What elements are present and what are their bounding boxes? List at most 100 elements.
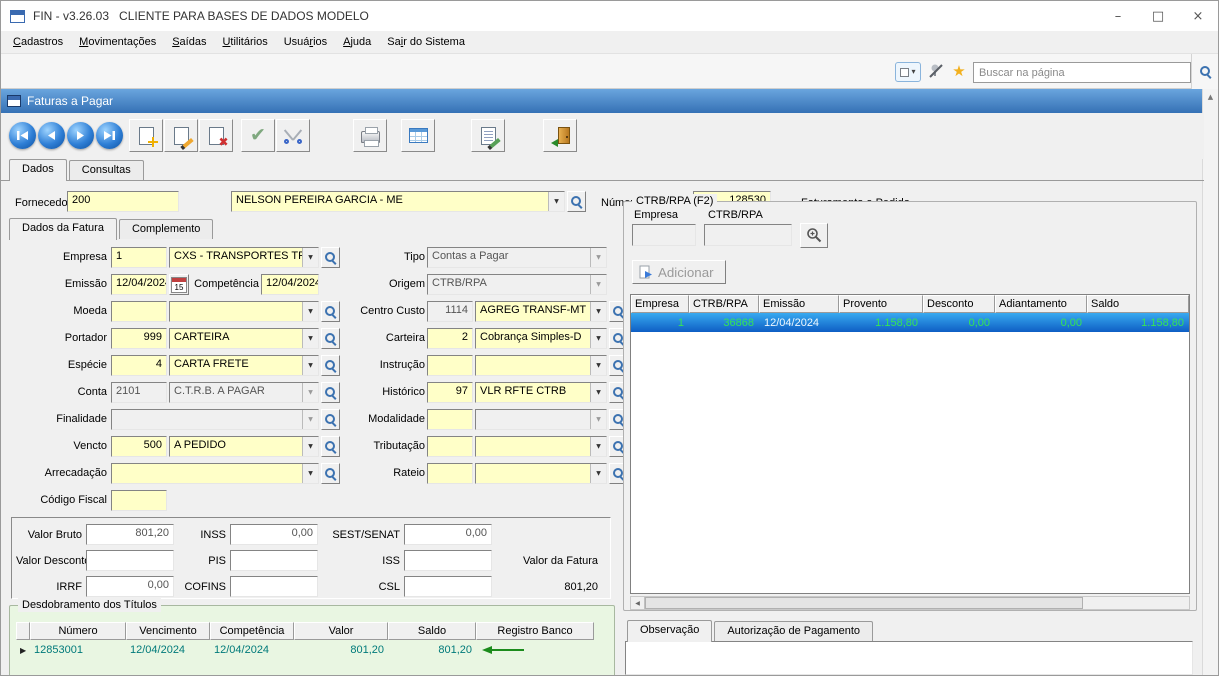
cell-vencimento[interactable]: 12/04/2024 — [126, 640, 210, 660]
adicionar-button[interactable]: Adicionar — [632, 260, 726, 284]
conta-code-field[interactable]: 2101 — [111, 382, 167, 403]
ctrb-search-button[interactable] — [800, 223, 828, 248]
menu-utilitarios[interactable]: Utilitários — [214, 33, 275, 51]
menu-sair-do-sistema[interactable]: Sair do Sistema — [379, 33, 473, 51]
fornecedor-code-field[interactable]: 200 — [67, 191, 179, 212]
finalidade-combo[interactable] — [111, 409, 319, 430]
maximize-button[interactable]: □ — [1138, 1, 1178, 31]
pis-field[interactable] — [230, 550, 318, 571]
cell-registro-banco[interactable] — [476, 640, 594, 660]
scroll-up-icon[interactable]: ▲ — [1203, 89, 1218, 105]
iss-field[interactable] — [404, 550, 492, 571]
vencto-combo[interactable]: A PEDIDO — [169, 436, 319, 457]
dropdown-arrow-icon[interactable] — [302, 464, 318, 483]
tributacao-code-field[interactable] — [427, 436, 473, 457]
horizontal-scrollbar[interactable]: ◀ — [630, 596, 1190, 610]
csl-field[interactable] — [404, 576, 492, 597]
dropdown-arrow-icon[interactable] — [590, 356, 606, 375]
centro-custo-combo[interactable]: AGREG TRANSF-MT — [475, 301, 607, 322]
minimize-button[interactable]: – — [1098, 1, 1138, 31]
carteira-code-field[interactable]: 2 — [427, 328, 473, 349]
dropdown-arrow-icon[interactable] — [590, 464, 606, 483]
column-header-ctrb-rpa[interactable]: CTRB/RPA — [689, 295, 759, 313]
tab-autorizacao-de-pagamento[interactable]: Autorização de Pagamento — [714, 621, 873, 641]
competencia-date-field[interactable]: 12/04/2024 — [261, 274, 319, 295]
emissao-date-field[interactable]: 12/04/2024 — [111, 274, 167, 295]
portador-code-field[interactable]: 999 — [111, 328, 167, 349]
nav-next-button[interactable] — [67, 122, 94, 149]
delete-record-button[interactable]: ✖ — [199, 119, 233, 152]
column-header-emissao[interactable]: Emissão — [759, 295, 839, 313]
tab-dados-da-fatura[interactable]: Dados da Fatura — [9, 218, 117, 240]
column-header-adiantamento[interactable]: Adiantamento — [995, 295, 1087, 313]
fornecedor-search-button[interactable] — [567, 191, 586, 212]
conta-combo[interactable]: C.T.R.B. A PAGAR — [169, 382, 319, 403]
scroll-left-icon[interactable]: ◀ — [631, 597, 645, 609]
ctrb-table-row-selected[interactable]: 1 36868 12/04/2024 1.158,80 0,00 0,00 1.… — [631, 313, 1189, 332]
scrollbar-thumb[interactable] — [645, 597, 1083, 609]
favorites-star-button[interactable]: ★ — [949, 61, 969, 81]
cell-competencia[interactable]: 12/04/2024 — [210, 640, 294, 660]
observacao-memo[interactable] — [625, 641, 1193, 675]
vencto-code-field[interactable]: 500 — [111, 436, 167, 457]
emissao-calendar-button[interactable]: 15 — [169, 274, 189, 295]
dropdown-arrow-icon[interactable] — [302, 329, 318, 348]
column-header-registro-banco[interactable]: Registro Banco — [476, 622, 594, 640]
empresa-combo[interactable]: CXS - TRANSPORTES TRANS — [169, 247, 319, 268]
vertical-scrollbar[interactable]: ▲ — [1202, 89, 1218, 675]
search-input[interactable] — [973, 62, 1191, 83]
especie-code-field[interactable]: 4 — [111, 355, 167, 376]
dropdown-arrow-icon[interactable] — [590, 329, 606, 348]
finalidade-search-button[interactable] — [321, 409, 340, 430]
dropdown-arrow-icon[interactable] — [590, 302, 606, 321]
search-options-dropdown[interactable]: ▾ — [895, 62, 921, 82]
ctrb-empresa-field[interactable] — [632, 224, 696, 246]
tab-observacao[interactable]: Observação — [627, 620, 712, 642]
dropdown-arrow-icon[interactable] — [590, 437, 606, 456]
pin-disabled-button[interactable] — [927, 63, 945, 81]
especie-search-button[interactable] — [321, 355, 340, 376]
cell-numero[interactable]: 12853001 — [30, 640, 126, 660]
instrucao-code-field[interactable] — [427, 355, 473, 376]
nav-prev-button[interactable] — [38, 122, 65, 149]
empresa-code-field[interactable]: 1 — [111, 247, 167, 268]
column-header-provento[interactable]: Provento — [839, 295, 923, 313]
moeda-code-field[interactable] — [111, 301, 167, 322]
annotations-button[interactable] — [471, 119, 505, 152]
portador-search-button[interactable] — [321, 328, 340, 349]
modalidade-combo[interactable] — [475, 409, 607, 430]
edit-record-button[interactable] — [164, 119, 198, 152]
menu-saidas[interactable]: Saídas — [164, 33, 214, 51]
dropdown-arrow-icon[interactable] — [302, 302, 318, 321]
column-header-numero[interactable]: Número — [30, 622, 126, 640]
cancel-button[interactable] — [276, 119, 310, 152]
confirm-button[interactable]: ✔ — [241, 119, 275, 152]
moeda-search-button[interactable] — [321, 301, 340, 322]
column-header-desconto[interactable]: Desconto — [923, 295, 995, 313]
fornecedor-combo[interactable]: NELSON PEREIRA GARCIA - ME — [231, 191, 565, 212]
arrecadacao-combo[interactable] — [111, 463, 319, 484]
column-header-empresa[interactable]: Empresa — [631, 295, 689, 313]
valor-desconto-field[interactable] — [86, 550, 174, 571]
menu-ajuda[interactable]: Ajuda — [335, 33, 379, 51]
tributacao-combo[interactable] — [475, 436, 607, 457]
exit-button[interactable] — [543, 119, 577, 152]
column-header-vencimento[interactable]: Vencimento — [126, 622, 210, 640]
grid-view-button[interactable] — [401, 119, 435, 152]
tab-dados[interactable]: Dados — [9, 159, 67, 181]
cofins-field[interactable] — [230, 576, 318, 597]
codigo-fiscal-field[interactable] — [111, 490, 167, 511]
cell-saldo[interactable]: 801,20 — [388, 640, 476, 660]
column-header-saldo[interactable]: Saldo — [388, 622, 476, 640]
print-button[interactable] — [353, 119, 387, 152]
dropdown-arrow-icon[interactable] — [302, 437, 318, 456]
especie-combo[interactable]: CARTA FRETE — [169, 355, 319, 376]
dropdown-arrow-icon[interactable] — [302, 248, 318, 267]
menu-usuarios[interactable]: Usuários — [276, 33, 335, 51]
tipo-combo[interactable]: Contas a Pagar — [427, 247, 607, 268]
new-record-button[interactable] — [129, 119, 163, 152]
tab-consultas[interactable]: Consultas — [69, 160, 144, 180]
close-button[interactable]: × — [1178, 1, 1218, 31]
instrucao-combo[interactable] — [475, 355, 607, 376]
vencto-search-button[interactable] — [321, 436, 340, 457]
